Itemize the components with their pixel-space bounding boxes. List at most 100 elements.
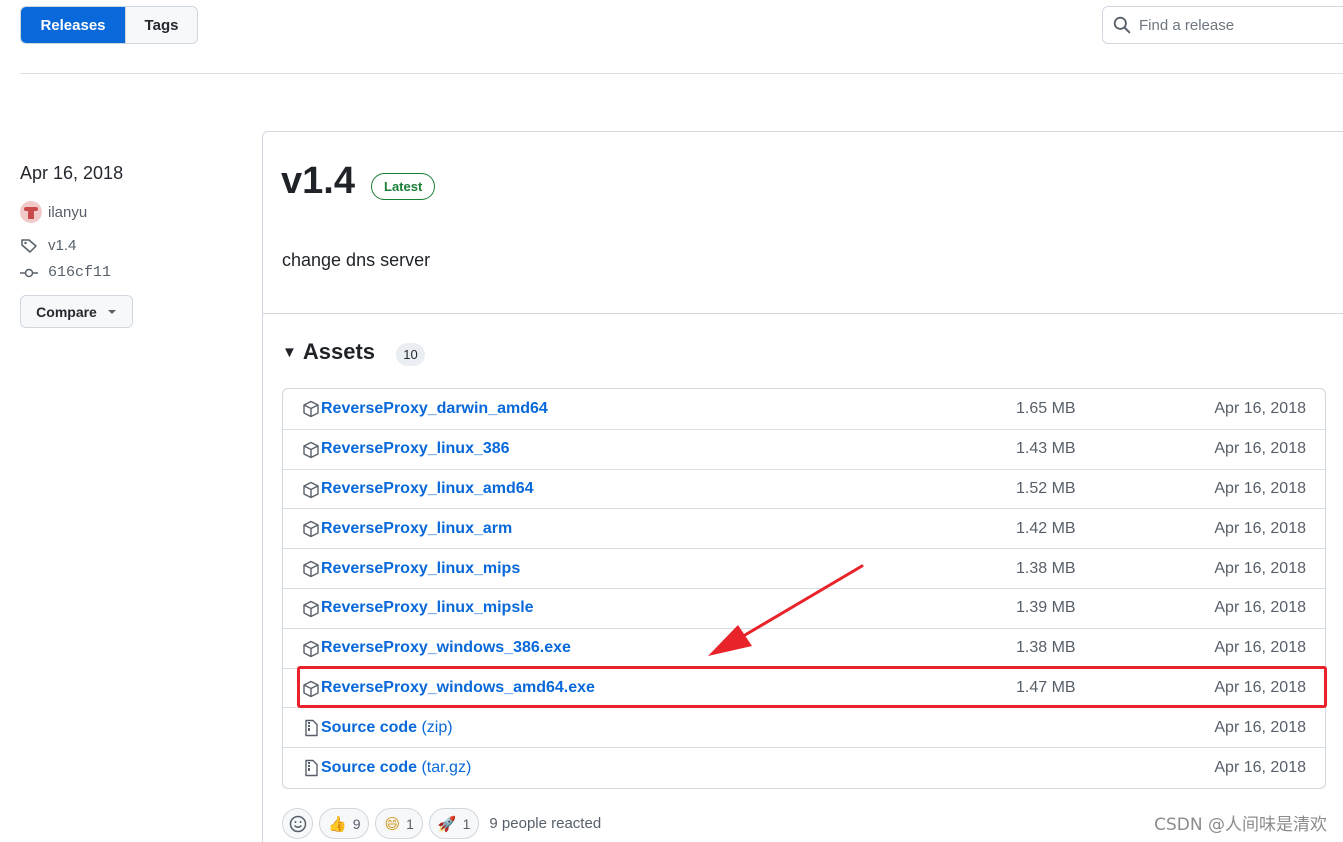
asset-size: 1.38 MB bbox=[1016, 559, 1076, 577]
releases-tags-switch: Releases Tags bbox=[20, 6, 198, 44]
assets-count: 10 bbox=[396, 343, 425, 366]
release-tag[interactable]: v1.4 bbox=[20, 237, 76, 254]
release-notes: change dns server bbox=[282, 250, 431, 270]
package-icon bbox=[302, 600, 320, 618]
add-reaction-button[interactable] bbox=[282, 808, 313, 839]
release-title[interactable]: v1.4 bbox=[281, 160, 355, 203]
asset-date: Apr 16, 2018 bbox=[1214, 519, 1306, 537]
asset-name[interactable]: Source code bbox=[321, 719, 417, 736]
asset-row: ReverseProxy_linux_mipsle 1.39 MB Apr 16, … bbox=[283, 587, 1325, 628]
asset-link[interactable]: ReverseProxy_windows_amd64.exe bbox=[321, 679, 595, 697]
asset-name[interactable]: Source code bbox=[321, 759, 417, 776]
rocket-icon: 🚀 bbox=[437, 814, 457, 833]
asset-link[interactable]: ReverseProxy_linux_arm bbox=[321, 520, 512, 538]
reaction-rocket[interactable]: 🚀 1 bbox=[428, 808, 480, 839]
asset-link[interactable]: ReverseProxy_linux_mips bbox=[321, 560, 520, 578]
asset-size: 1.47 MB bbox=[1016, 678, 1076, 696]
assets-list: ReverseProxy_darwin_amd64 1.65 MB Apr 16, … bbox=[282, 388, 1326, 789]
file-zip-icon bbox=[302, 759, 320, 777]
asset-size: 1.52 MB bbox=[1016, 479, 1076, 497]
tab-tags[interactable]: Tags bbox=[125, 7, 197, 43]
divider bbox=[20, 73, 1343, 74]
triangle-down-icon bbox=[107, 309, 116, 314]
commit-hash[interactable]: 616cf11 bbox=[48, 264, 111, 281]
asset-link[interactable]: ReverseProxy_linux_386 bbox=[321, 440, 510, 458]
compare-label: Compare bbox=[36, 303, 97, 320]
search-icon bbox=[1113, 16, 1131, 34]
search-input[interactable] bbox=[1139, 16, 1339, 34]
author-name[interactable]: ilanyu bbox=[48, 204, 87, 221]
asset-date: Apr 16, 2018 bbox=[1214, 678, 1306, 696]
asset-size: 1.39 MB bbox=[1016, 599, 1076, 617]
triangle-down-icon: ▼ bbox=[282, 343, 297, 361]
tag-icon bbox=[21, 238, 37, 253]
asset-link[interactable]: Source code (tar.gz) bbox=[321, 759, 471, 777]
asset-name[interactable]: ReverseProxy_darwin_amd64 bbox=[321, 400, 548, 417]
asset-row: ReverseProxy_linux_arm 1.42 MB Apr 16, 201… bbox=[283, 508, 1325, 548]
asset-link[interactable]: ReverseProxy_linux_amd64 bbox=[321, 480, 534, 498]
asset-row: ReverseProxy_linux_amd64 1.52 MB Apr 16, 2… bbox=[283, 468, 1325, 509]
laugh-icon: 😄 bbox=[384, 814, 401, 833]
asset-link[interactable]: ReverseProxy_linux_mipsle bbox=[321, 599, 534, 617]
asset-row: ReverseProxy_linux_386 1.43 MB Apr 16, 201… bbox=[283, 428, 1325, 469]
asset-date: Apr 16, 2018 bbox=[1214, 599, 1306, 617]
asset-date: Apr 16, 2018 bbox=[1214, 479, 1306, 497]
asset-size: 1.65 MB bbox=[1016, 399, 1076, 417]
asset-name[interactable]: ReverseProxy_linux_mipsle bbox=[321, 599, 534, 616]
asset-row: Source code (tar.gz) Apr 16, 2018 bbox=[283, 747, 1325, 787]
release-commit[interactable]: 616cf11 bbox=[20, 264, 111, 281]
package-icon bbox=[302, 481, 320, 499]
package-icon bbox=[302, 680, 320, 698]
tab-releases[interactable]: Releases bbox=[21, 7, 125, 43]
asset-link[interactable]: ReverseProxy_darwin_amd64 bbox=[321, 400, 548, 418]
smiley-icon bbox=[289, 815, 306, 832]
laugh-count: 1 bbox=[406, 815, 414, 832]
asset-format[interactable]: (tar.gz) bbox=[417, 759, 471, 776]
asset-size: 1.42 MB bbox=[1016, 519, 1076, 537]
release-author[interactable]: ilanyu bbox=[20, 201, 87, 223]
file-zip-icon bbox=[302, 719, 320, 737]
asset-size: 1.43 MB bbox=[1016, 440, 1076, 458]
assets-heading: Assets bbox=[302, 339, 376, 364]
asset-date: Apr 16, 2018 bbox=[1214, 758, 1306, 776]
asset-name[interactable]: ReverseProxy_windows_386.exe bbox=[321, 639, 571, 656]
asset-name[interactable]: ReverseProxy_linux_mips bbox=[321, 560, 520, 577]
assets-toggle[interactable]: ▼ Assets bbox=[282, 339, 375, 365]
reaction-thumbs-up[interactable]: 👍 9 bbox=[319, 808, 370, 839]
release-date: Apr 16, 2018 bbox=[20, 163, 124, 183]
asset-name[interactable]: ReverseProxy_windows_amd64.exe bbox=[321, 679, 595, 696]
compare-button[interactable]: Compare bbox=[20, 295, 133, 328]
asset-link[interactable]: Source code (zip) bbox=[321, 719, 453, 737]
git-commit-icon bbox=[20, 268, 38, 277]
release-search[interactable] bbox=[1102, 6, 1343, 44]
asset-date: Apr 16, 2018 bbox=[1214, 718, 1306, 736]
asset-name[interactable]: ReverseProxy_linux_amd64 bbox=[321, 480, 534, 497]
thumbs-up-icon: 👍 bbox=[328, 814, 347, 833]
asset-date: Apr 16, 2018 bbox=[1214, 399, 1306, 417]
tag-label[interactable]: v1.4 bbox=[48, 237, 76, 254]
watermark: CSDN @人间味是清欢 bbox=[1154, 815, 1327, 835]
reactions-summary: 9 people reacted bbox=[489, 815, 602, 832]
rocket-count: 1 bbox=[462, 815, 471, 832]
package-icon bbox=[302, 640, 320, 658]
reaction-laugh[interactable]: 😄 1 bbox=[375, 808, 423, 839]
divider bbox=[263, 313, 1343, 314]
asset-name[interactable]: ReverseProxy_linux_386 bbox=[321, 440, 510, 457]
package-icon bbox=[302, 560, 320, 578]
thumbs-up-count: 9 bbox=[352, 815, 361, 832]
package-icon bbox=[302, 441, 320, 459]
asset-row: ReverseProxy_windows_386.exe 1.38 MB Apr 1… bbox=[283, 627, 1325, 668]
package-icon bbox=[302, 520, 320, 538]
reactions-bar: 👍 9 😄 1 🚀 1 9 people reacted bbox=[282, 808, 601, 839]
asset-format[interactable]: (zip) bbox=[417, 719, 452, 736]
asset-link[interactable]: ReverseProxy_windows_386.exe bbox=[321, 639, 571, 657]
asset-row: ReverseProxy_darwin_amd64 1.65 MB Apr 16, … bbox=[283, 389, 1325, 429]
avatar[interactable] bbox=[20, 201, 42, 223]
latest-badge: Latest bbox=[371, 173, 436, 200]
asset-date: Apr 16, 2018 bbox=[1214, 440, 1306, 458]
asset-size: 1.38 MB bbox=[1016, 639, 1076, 657]
package-icon bbox=[302, 400, 320, 418]
asset-name[interactable]: ReverseProxy_linux_arm bbox=[321, 520, 512, 537]
asset-row: ReverseProxy_linux_mips 1.38 MB Apr 16, 20… bbox=[283, 548, 1325, 588]
releases-page: Releases Tags Apr 16, 2018 ilanyu v1.4 6… bbox=[0, 0, 1343, 842]
